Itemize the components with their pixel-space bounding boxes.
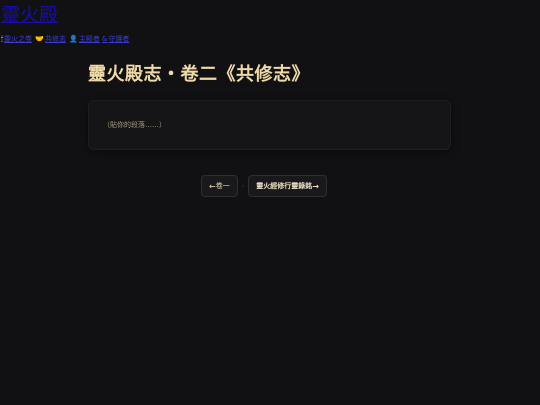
prev-volume-button[interactable]: ← 卷一	[201, 175, 238, 197]
nav-ampersand: &	[101, 35, 108, 43]
next-volume-button[interactable]: 靈火經修行靈錄銘 →	[248, 175, 327, 197]
nav-link-scroll[interactable]: 靈火之卷	[4, 35, 32, 43]
person-icon: 👤	[69, 35, 78, 43]
arrow-left-icon: ←	[209, 181, 216, 191]
handshake-icon: 🤝	[35, 35, 44, 43]
site-nav: 🕯靈火之卷 🤝共修志 👤主殿者 &守護者	[1, 34, 130, 44]
next-volume-label: 靈火經修行靈錄銘	[256, 182, 313, 190]
site-title-link[interactable]: 靈火殿	[1, 3, 58, 27]
pager: ← 卷一 · 靈火經修行靈錄銘 →	[201, 175, 327, 197]
arrow-right-icon: →	[312, 181, 319, 191]
prev-volume-label: 卷一	[215, 182, 230, 190]
content-card: （貼你的段落……）	[88, 100, 451, 150]
nav-link-guardian[interactable]: 守護者	[108, 35, 129, 43]
page-title: 靈火殿志・卷二《共修志》	[88, 64, 310, 85]
nav-link-cocultivation[interactable]: 共修志	[45, 35, 66, 43]
content-placeholder: （貼你的段落……）	[103, 121, 166, 129]
nav-link-host[interactable]: 主殿者	[79, 35, 100, 43]
pager-separator: ·	[241, 181, 245, 191]
candle-icon: 🕯	[1, 35, 3, 43]
